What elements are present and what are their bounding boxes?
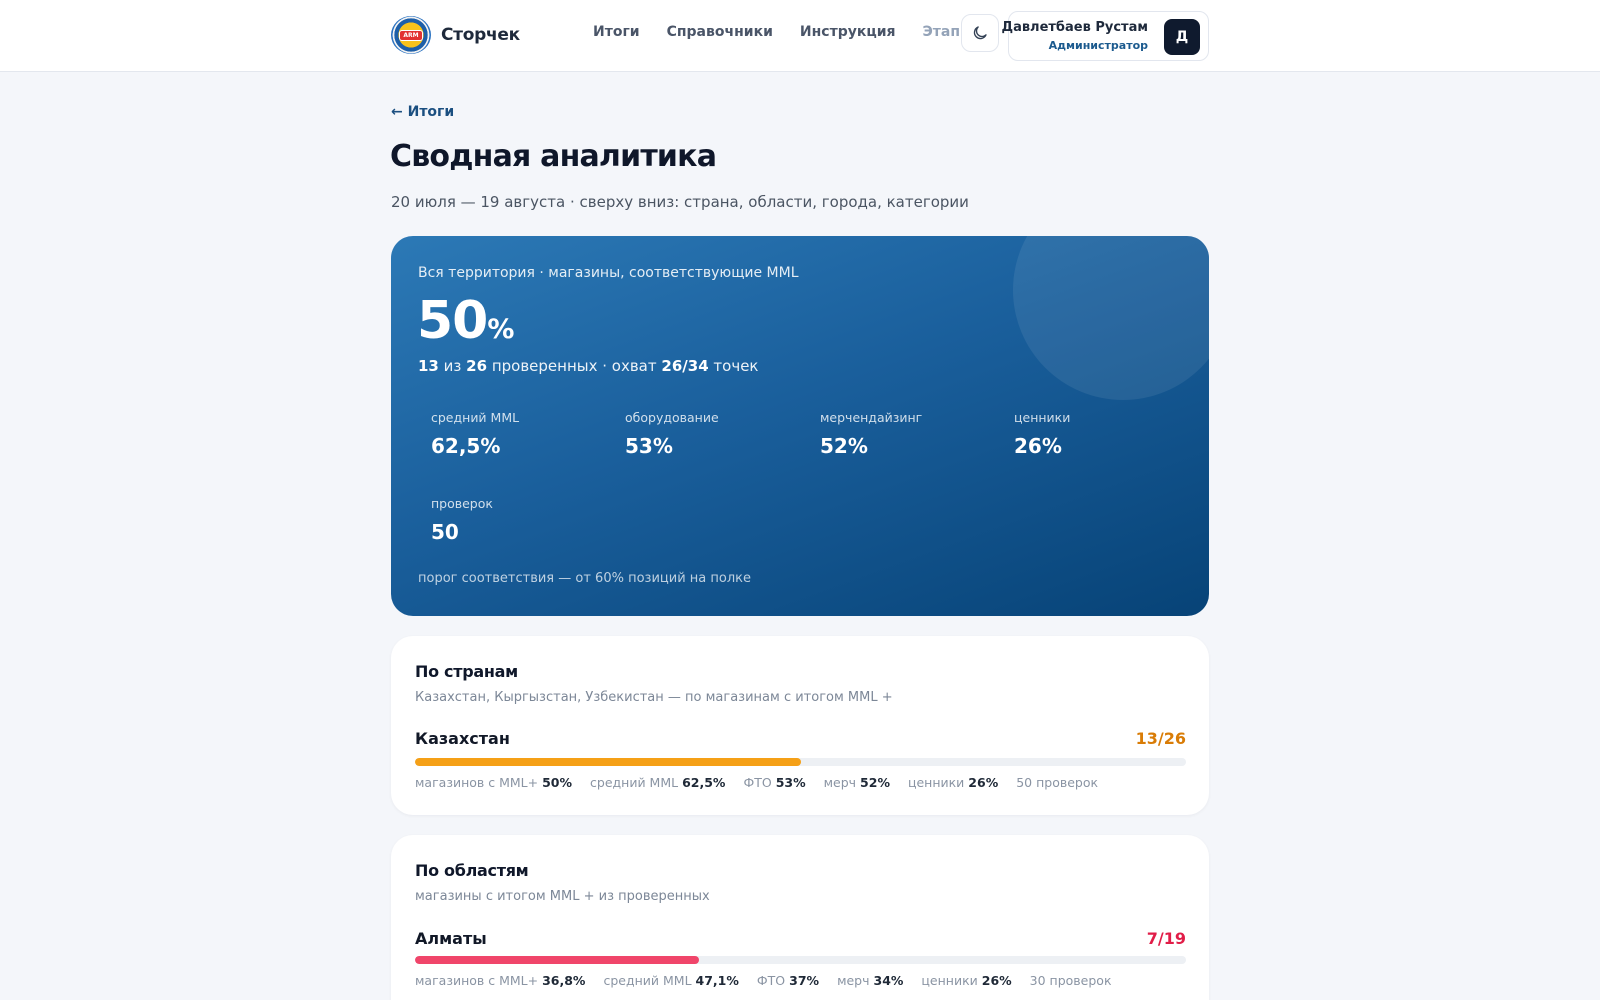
hero-coverage: 26/34 xyxy=(661,357,709,375)
stat-value: 26% xyxy=(1014,434,1062,458)
decorative-circle xyxy=(1013,236,1209,400)
stat-equipment: оборудование 53% xyxy=(625,410,719,458)
user-name: Давлетбаев Рустам xyxy=(1001,20,1148,35)
hero-ok-count: 13 xyxy=(418,357,439,375)
hero-footnote: порог соответствия — от 60% позиций на п… xyxy=(418,571,751,586)
metric-merch: мерч 34% xyxy=(837,973,903,988)
hero-detail-line: 13 из 26 проверенных · охват 26/34 точек xyxy=(418,357,759,375)
metric-fto: ФТО 37% xyxy=(757,973,819,988)
metric-label: ФТО xyxy=(743,775,772,790)
avatar: Д xyxy=(1164,19,1200,55)
card-title: По странам xyxy=(415,662,518,681)
region-count: 7/19 xyxy=(1146,929,1186,948)
stat-value: 52% xyxy=(820,434,868,458)
metric-label: магазинов с MML+ xyxy=(415,775,539,790)
hero-main-unit: % xyxy=(487,314,514,345)
metric-price: ценники 26% xyxy=(921,973,1011,988)
nav-item-instructions[interactable]: Инструкция xyxy=(800,24,896,40)
metric-label: ценники xyxy=(921,973,978,988)
moon-icon xyxy=(973,26,987,40)
hero-total-count: 26 xyxy=(466,357,488,375)
countries-card: По странам Казахстан, Кыргызстан, Узбеки… xyxy=(391,636,1209,815)
country-count: 13/26 xyxy=(1135,729,1186,748)
metric-label: магазинов с MML+ xyxy=(415,973,539,988)
stat-value: 53% xyxy=(625,434,673,458)
brand[interactable]: ARM Сторчек xyxy=(391,16,520,54)
stat-label: мерчендайзинг xyxy=(820,410,923,425)
region-progress-bar xyxy=(415,956,1186,964)
country-progress-bar xyxy=(415,758,1186,766)
hero-main-number: 50 xyxy=(417,291,488,351)
hero-checked-word: проверенных · охват xyxy=(491,357,657,375)
metric-value: 53% xyxy=(775,775,806,790)
nav-item-results[interactable]: Итоги xyxy=(593,24,640,40)
metric-label: ФТО xyxy=(756,973,786,988)
metric-label: средний MML xyxy=(603,973,692,988)
metric-checks: 30 проверок xyxy=(1029,973,1112,988)
progress-fill xyxy=(415,956,699,964)
metric-avg: средний MML 47,1% xyxy=(603,973,738,988)
stat-label: средний MML xyxy=(431,410,520,425)
user-role: Администратор xyxy=(1048,39,1148,52)
metric-value: 34% xyxy=(873,973,904,988)
stat-price-tags: ценники 26% xyxy=(1014,410,1070,458)
metric-fto: ФТО 53% xyxy=(743,775,805,790)
card-subtitle: магазины с итогом MML + из проверенных xyxy=(415,889,710,904)
stat-label: оборудование xyxy=(625,410,719,425)
stat-checks: проверок 50 xyxy=(431,496,493,544)
metric-stores: магазинов с MML+ 50% xyxy=(415,775,572,790)
region-name[interactable]: Алматы xyxy=(415,929,487,948)
metric-value: 52% xyxy=(860,775,890,790)
metric-value: 26% xyxy=(968,775,999,790)
stat-avg-mml: средний MML 62,5% xyxy=(431,410,519,458)
metric-merch: мерч 52% xyxy=(824,775,890,790)
metric-value: 47,1% xyxy=(695,973,739,988)
metric-label: мерч xyxy=(837,973,870,988)
metric-price: ценники 26% xyxy=(908,775,998,790)
user-menu[interactable]: Давлетбаев Рустам Администратор Д xyxy=(1001,11,1209,61)
logo-badge: ARM xyxy=(399,29,423,41)
stat-value: 62,5% xyxy=(431,434,501,458)
brand-name: Сторчек xyxy=(441,25,520,45)
country-metrics: магазинов с MML+ 50% средний MML 62,5% Ф… xyxy=(415,775,1098,790)
summary-hero-card: Вся территория · магазины, соответствующ… xyxy=(391,236,1209,616)
nav-item-directories[interactable]: Справочники xyxy=(667,24,773,40)
page-title: Сводная аналитика xyxy=(390,139,717,174)
hero-from-word: из xyxy=(443,357,462,375)
metric-value: 26% xyxy=(981,973,1012,988)
progress-fill xyxy=(415,758,801,766)
regions-card: По областям магазины с итогом MML + из п… xyxy=(391,835,1209,1000)
stat-label: ценники xyxy=(1014,410,1071,425)
card-title: По областям xyxy=(415,861,529,880)
metric-label: ценники xyxy=(907,775,965,790)
brand-logo-icon: ARM xyxy=(391,16,431,54)
metric-stores: магазинов с MML+ 36,8% xyxy=(415,973,585,988)
card-subtitle: Казахстан, Кыргызстан, Узбекистан — по м… xyxy=(415,690,893,705)
metric-value: 37% xyxy=(789,973,820,988)
country-name[interactable]: Казахстан xyxy=(415,729,510,748)
hero-main-value: 50% xyxy=(417,290,514,352)
stat-value: 50 xyxy=(431,520,459,544)
metric-value: 50% xyxy=(542,775,573,790)
metric-label: мерч xyxy=(823,775,857,790)
stat-merchandising: мерчендайзинг 52% xyxy=(820,410,922,458)
metric-checks: 50 проверок xyxy=(1016,775,1099,790)
main-nav: Итоги Справочники Инструкция Этап 1 xyxy=(593,24,975,40)
metric-avg: средний MML 62,5% xyxy=(590,775,725,790)
back-link[interactable]: ← Итоги xyxy=(391,104,454,120)
stat-label: проверок xyxy=(431,496,493,511)
theme-toggle-button[interactable] xyxy=(961,14,999,52)
hero-label: Вся территория · магазины, соответствующ… xyxy=(418,265,799,281)
metric-label: средний MML xyxy=(590,775,679,790)
region-metrics: магазинов с MML+ 36,8% средний MML 47,1%… xyxy=(415,973,1112,988)
top-navbar: ARM Сторчек Итоги Справочники Инструкция… xyxy=(0,0,1600,72)
page-subtitle: 20 июля — 19 августа · сверху вниз: стра… xyxy=(391,193,969,211)
hero-points-word: точек xyxy=(713,357,759,375)
metric-value: 62,5% xyxy=(682,775,726,790)
metric-value: 36,8% xyxy=(542,973,586,988)
